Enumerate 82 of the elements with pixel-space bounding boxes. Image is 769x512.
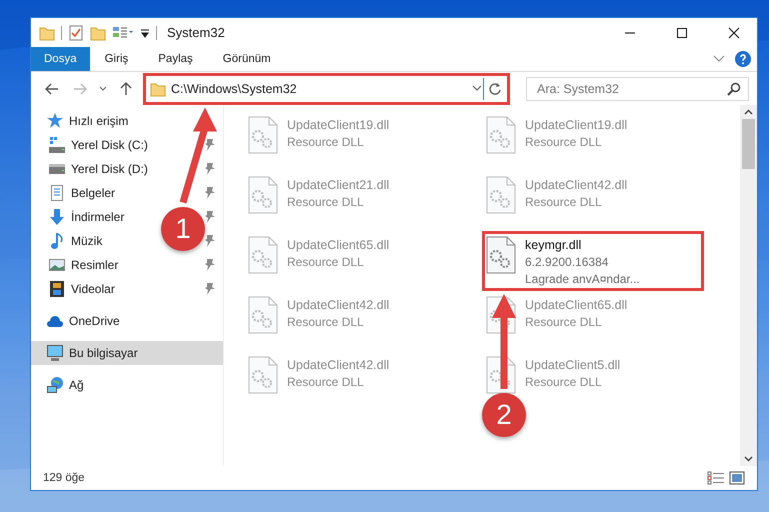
pin-icon[interactable] — [203, 235, 215, 247]
address-bar[interactable]: C:\Windows\System32 — [143, 72, 510, 104]
pin-icon[interactable] — [203, 187, 215, 199]
up-arrow-icon — [120, 82, 132, 96]
file-detail: Resource DLL — [287, 375, 365, 389]
nav-item[interactable]: OneDrive — [47, 309, 124, 333]
drive-icon — [49, 161, 65, 177]
nav-item[interactable]: Müzik — [49, 229, 106, 253]
scroll-down-icon[interactable] — [744, 456, 753, 462]
large-icons-view-icon — [729, 471, 745, 485]
file-detail: Lagrade anvA¤ndar... — [525, 272, 640, 286]
details-view-icon — [707, 471, 725, 485]
pin-icon[interactable] — [203, 259, 215, 271]
cloud-icon — [47, 313, 63, 329]
file-detail: Resource DLL — [525, 195, 603, 209]
nav-item[interactable]: Ağ — [47, 373, 88, 397]
film-icon — [49, 281, 65, 297]
music-note-icon — [49, 233, 65, 249]
star-icon — [47, 113, 63, 129]
file-name: UpdateClient42.dll — [525, 178, 628, 192]
scroll-up-icon[interactable] — [744, 109, 753, 115]
back-arrow-icon — [45, 82, 59, 94]
nav-item[interactable]: Hızlı erişim — [47, 109, 132, 133]
drive-icon — [49, 137, 65, 153]
file-name: UpdateClient42.dll — [287, 298, 390, 312]
file-name: UpdateClient65.dll — [525, 298, 628, 312]
nav-item[interactable]: Belgeler — [49, 181, 120, 205]
file-detail: Resource DLL — [287, 315, 365, 329]
folder-icon — [150, 80, 166, 96]
maximize-icon — [676, 26, 688, 38]
nav-item[interactable]: İndirmeler — [49, 205, 128, 229]
file-detail: Resource DLL — [525, 135, 603, 149]
pin-icon[interactable] — [203, 211, 215, 223]
file-name: keymgr.dll — [525, 238, 582, 252]
search-field[interactable]: Ara: System32 — [526, 76, 749, 100]
file-detail: Resource DLL — [525, 315, 603, 329]
file-name: UpdateClient19.dll — [287, 118, 390, 132]
computer-icon — [47, 345, 63, 361]
pin-icon[interactable] — [203, 283, 215, 295]
file-detail: Resource DLL — [287, 255, 365, 269]
scroll-thumb[interactable] — [742, 119, 755, 169]
nav-item[interactable]: Yerel Disk (D:) — [49, 157, 152, 181]
chevron-icon[interactable] — [713, 55, 725, 63]
dropdown-icon[interactable] — [471, 84, 483, 92]
file-detail: 6.2.9200.16384 — [525, 255, 610, 269]
nav-item[interactable]: Resimler — [49, 253, 122, 277]
nav-item[interactable]: Bu bilgisayar — [31, 341, 223, 365]
search-icon[interactable] — [727, 82, 741, 96]
file-name: UpdateClient21.dll — [287, 178, 390, 192]
details-view-button[interactable] — [705, 471, 727, 485]
file-name: UpdateClient42.dll — [287, 358, 390, 372]
ribbon-tab[interactable]: Paylaş — [143, 47, 208, 71]
network-icon — [47, 377, 63, 393]
ribbon-tab[interactable]: Görünüm — [208, 47, 286, 71]
pin-icon[interactable] — [203, 139, 215, 151]
document-icon — [49, 185, 65, 201]
forward-arrow-icon — [73, 82, 87, 94]
download-icon — [49, 209, 65, 225]
file-name: UpdateClient19.dll — [525, 118, 628, 132]
file-detail: Resource DLL — [287, 195, 365, 209]
pin-icon[interactable] — [203, 163, 215, 175]
chevron-icon — [99, 86, 107, 92]
refresh-icon — [488, 82, 502, 96]
file-item[interactable]: keymgr.dll 6.2.9200.16384 Lagrade anvA¤ndar... — [482, 231, 704, 291]
nav-item[interactable]: Videolar — [49, 277, 119, 301]
nav-item[interactable]: Yerel Disk (C:) — [49, 133, 152, 157]
view-options-icon[interactable] — [112, 24, 134, 40]
help-icon[interactable] — [735, 51, 751, 67]
large-icons-view-button[interactable] — [727, 471, 747, 485]
file-detail: Resource DLL — [525, 375, 603, 389]
file-detail: Resource DLL — [287, 135, 365, 149]
file-name: UpdateClient5.dll — [525, 358, 620, 372]
picture-icon — [49, 257, 65, 273]
close-icon — [728, 26, 740, 38]
address-path: C:\Windows\System32 — [171, 82, 298, 96]
file-name: UpdateClient65.dll — [287, 238, 390, 252]
window-title: System32 — [167, 25, 226, 40]
scrollbar[interactable] — [740, 105, 757, 466]
properties-icon[interactable] — [68, 24, 84, 40]
item-count: 129 öğe — [43, 472, 86, 484]
ribbon-tab[interactable]: Dosya — [31, 47, 90, 71]
ribbon-tab[interactable]: Giriş — [90, 47, 144, 71]
